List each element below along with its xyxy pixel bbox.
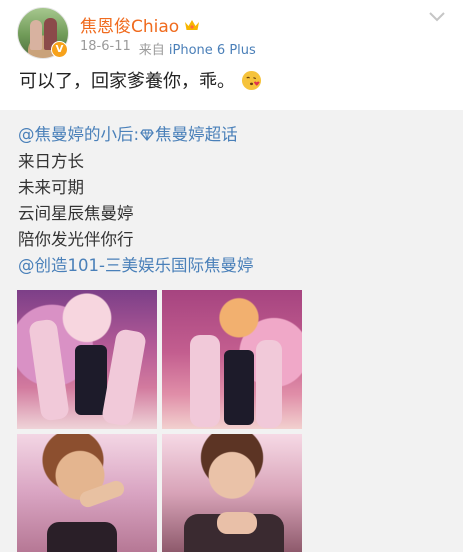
repost-line: 来日方长 (18, 152, 84, 171)
source-prefix: 来自 (138, 43, 165, 58)
photo-detail (28, 318, 70, 422)
repost-line: 云间星辰焦曼婷 (18, 204, 134, 223)
post-header: V 焦恩俊Chiao 18-6-11 来自 iPhone 6 Plus 可以了，… (0, 0, 463, 110)
photo-thumbnail[interactable] (17, 434, 157, 552)
photo-detail (190, 335, 220, 427)
topic-separator: : (133, 125, 140, 144)
photo-thumbnail[interactable] (162, 434, 302, 552)
avatar-figure (30, 20, 42, 50)
photo-detail (256, 340, 282, 428)
post-text-content: 可以了，回家爹養你，乖。 (19, 71, 235, 92)
crown-icon (185, 19, 200, 30)
post-text: 可以了，回家爹養你，乖。 (19, 67, 262, 93)
photo-detail (100, 328, 148, 427)
photo-detail (47, 522, 117, 552)
photo-detail (75, 345, 107, 415)
post-source: 来自 iPhone 6 Plus (139, 39, 256, 58)
chevron-down-icon[interactable] (427, 10, 447, 24)
topic-link[interactable]: 焦曼婷超话 (155, 125, 238, 144)
post-date: 18-6-11 (80, 39, 131, 54)
photo-detail (77, 478, 127, 510)
verified-badge-icon: V (51, 41, 68, 58)
username-row[interactable]: 焦恩俊Chiao (80, 12, 200, 37)
footer-mention-link[interactable]: @创造101-三美娱乐国际焦曼婷 (18, 252, 253, 276)
repost-topic-line: @焦曼婷的小后: 焦曼婷超话 (18, 121, 238, 145)
photo-detail (224, 350, 254, 425)
device-link[interactable]: iPhone 6 Plus (169, 43, 256, 58)
photo-thumbnail[interactable] (17, 290, 157, 429)
kiss-face-icon (241, 70, 262, 90)
repost-line: 未来可期 (18, 178, 84, 197)
repost-line: 陪你发光伴你行 (18, 230, 134, 249)
photo-detail (217, 512, 257, 534)
diamond-icon (140, 129, 154, 141)
username[interactable]: 焦恩俊Chiao (80, 12, 179, 37)
post-meta: 18-6-11 来自 iPhone 6 Plus (80, 39, 256, 58)
photo-thumbnail[interactable] (162, 290, 302, 429)
repost-mention-link[interactable]: @焦曼婷的小后 (18, 125, 134, 144)
